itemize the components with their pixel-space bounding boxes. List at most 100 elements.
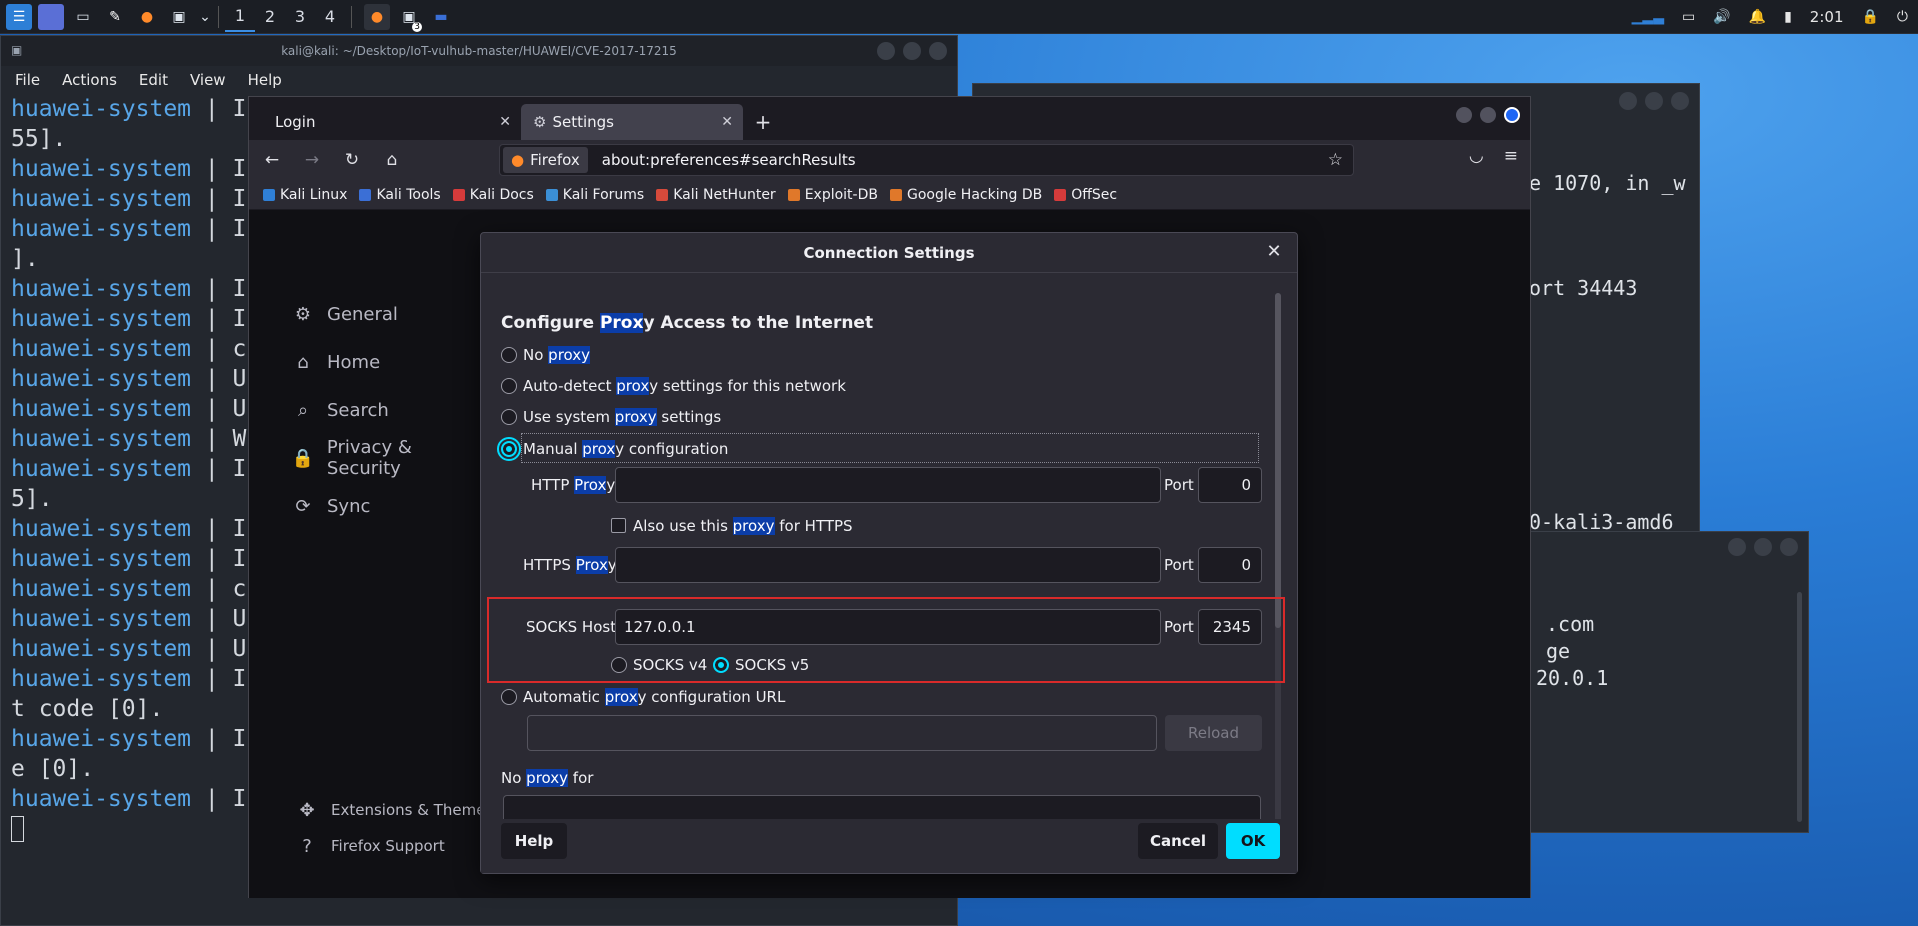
chevron-down-icon[interactable]: ⌄ (198, 4, 212, 30)
workspace-1[interactable]: 1 (225, 2, 255, 32)
sidebar-item-support[interactable]: ? Firefox Support (295, 828, 493, 864)
bookmark-item[interactable]: Kali Linux (263, 187, 347, 203)
sidebar-item-home[interactable]: ⌂ Home (291, 338, 491, 386)
no-proxy-label[interactable]: No proxy (523, 346, 591, 364)
lock-icon[interactable]: 🔒 (1861, 9, 1878, 25)
help-button[interactable]: Help (501, 823, 567, 859)
close-button[interactable] (1780, 538, 1798, 556)
socks-v4-label[interactable]: SOCKS v4 (633, 656, 707, 674)
https-port-input[interactable]: 0 (1198, 547, 1262, 583)
display-icon[interactable]: ▭ (1682, 9, 1695, 25)
ok-button[interactable]: OK (1226, 823, 1280, 859)
minimize-button[interactable] (1728, 538, 1746, 556)
sidebar-item-extensions[interactable]: ✥ Extensions & Themes (295, 792, 493, 828)
minimize-button[interactable] (1619, 92, 1637, 110)
battery-icon[interactable]: ▮ (1784, 9, 1792, 25)
desktop-icon[interactable] (38, 3, 64, 30)
logout-icon[interactable]: ⏻ (1897, 9, 1908, 25)
firefox-icon[interactable]: ● (134, 4, 160, 30)
https-proxy-input[interactable] (615, 547, 1161, 583)
close-icon[interactable]: ✕ (499, 114, 511, 130)
no-proxy-for-textarea[interactable] (503, 795, 1261, 821)
auto-proxy-url-input[interactable] (527, 715, 1157, 751)
close-button[interactable] (1504, 107, 1520, 123)
volume-icon[interactable]: 🔊 (1713, 9, 1730, 25)
sidebar-item-general[interactable]: ⚙ General (291, 290, 491, 338)
back-arrow-icon[interactable]: ← (255, 145, 289, 175)
tab-login[interactable]: Login ✕ (263, 104, 521, 140)
text-editor-icon[interactable]: ✎ (102, 4, 128, 30)
bookmark-item[interactable]: Kali NetHunter (656, 187, 776, 203)
radio-auto-proxy-url[interactable] (501, 689, 517, 705)
workspace-4[interactable]: 4 (315, 2, 345, 32)
home-icon[interactable]: ⌂ (375, 145, 409, 175)
menu-actions[interactable]: Actions (62, 71, 117, 89)
radio-system-proxy[interactable] (501, 409, 517, 425)
cancel-button[interactable]: Cancel (1138, 823, 1218, 859)
radio-manual-proxy[interactable] (497, 437, 521, 461)
http-proxy-input[interactable] (615, 467, 1161, 503)
bookmark-item[interactable]: Google Hacking DB (889, 187, 1042, 203)
menu-edit[interactable]: Edit (139, 71, 168, 89)
scrollbar-thumb[interactable] (1275, 293, 1281, 628)
pocket-icon[interactable]: ◡ (1469, 146, 1484, 166)
star-icon[interactable]: ☆ (1328, 150, 1343, 170)
sidebar-item-sync[interactable]: ⟳ Sync (291, 482, 491, 530)
identity-box[interactable]: ● Firefox (503, 147, 588, 173)
auto-proxy-url-label[interactable]: Automatic proxy configuration URL (523, 688, 785, 706)
close-icon[interactable]: ✕ (721, 114, 733, 130)
menu-view[interactable]: View (190, 71, 226, 89)
maximize-button[interactable] (903, 42, 921, 60)
also-https-label[interactable]: Also use this proxy for HTTPS (633, 517, 853, 535)
bookmark-item[interactable]: Kali Forums (545, 187, 644, 203)
bookmark-item[interactable]: Exploit-DB (787, 187, 878, 203)
menu-help[interactable]: Help (248, 71, 282, 89)
manual-proxy-label[interactable]: Manual proxy configuration (523, 440, 728, 458)
auto-detect-label[interactable]: Auto-detect proxy settings for this netw… (523, 377, 846, 395)
firefox-task-icon[interactable]: ● (364, 3, 390, 30)
socks-host-input[interactable]: 127.0.0.1 (615, 609, 1161, 645)
radio-socks-v5[interactable] (713, 657, 729, 673)
maximize-button[interactable] (1645, 92, 1663, 110)
bookmark-item[interactable]: Kali Docs (452, 187, 534, 203)
also-https-checkbox[interactable] (611, 518, 626, 533)
reload-icon[interactable]: ↻ (335, 145, 369, 175)
terminal-task-icon[interactable]: ▣ 3 (396, 4, 422, 32)
socks-port-input[interactable]: 2345 (1198, 609, 1262, 645)
close-button[interactable] (929, 42, 947, 60)
maximize-button[interactable] (1480, 107, 1496, 123)
window-task-icon[interactable]: ▬ (428, 4, 454, 30)
background-terminal-window[interactable]: .com ge 20.0.1 (1503, 531, 1809, 833)
tab-settings[interactable]: ⚙ Settings ✕ (521, 104, 743, 140)
clock[interactable]: 2:01 (1810, 8, 1844, 26)
terminal-titlebar[interactable]: ▣ kali@kali: ~/Desktop/IoT-vulhub-master… (1, 36, 957, 66)
menu-file[interactable]: File (15, 71, 40, 89)
kali-menu-icon[interactable]: ☰ (6, 3, 32, 30)
reload-button[interactable]: Reload (1165, 715, 1262, 751)
socks-v5-label[interactable]: SOCKS v5 (735, 656, 809, 674)
workspace-3[interactable]: 3 (285, 2, 315, 32)
minimize-button[interactable] (1456, 107, 1472, 123)
sidebar-item-search[interactable]: ⌕ Search (291, 386, 491, 434)
radio-auto-detect[interactable] (501, 378, 517, 394)
url-bar[interactable]: ● Firefox about:preferences#searchResult… (499, 144, 1354, 176)
hamburger-menu-icon[interactable]: ≡ (1504, 146, 1518, 166)
bookmark-item[interactable]: Kali Tools (359, 187, 441, 203)
close-button[interactable] (1671, 92, 1689, 110)
radio-no-proxy[interactable] (501, 347, 517, 363)
new-tab-button[interactable]: + (743, 104, 783, 140)
terminal-icon[interactable]: ▣ (166, 4, 192, 30)
bookmark-item[interactable]: OffSec (1054, 187, 1117, 203)
radio-socks-v4[interactable] (611, 657, 627, 673)
scrollbar[interactable] (1797, 592, 1802, 822)
workspace-2[interactable]: 2 (255, 2, 285, 32)
file-manager-icon[interactable]: ▭ (70, 4, 96, 30)
forward-arrow-icon[interactable]: → (295, 145, 329, 175)
minimize-button[interactable] (877, 42, 895, 60)
sidebar-item-privacy[interactable]: 🔒 Privacy & Security (291, 434, 491, 482)
system-proxy-label[interactable]: Use system proxy settings (523, 408, 721, 426)
url-text[interactable]: about:preferences#searchResults (602, 151, 856, 169)
bell-icon[interactable]: 🔔 (1749, 9, 1766, 25)
http-port-input[interactable]: 0 (1198, 467, 1262, 503)
maximize-button[interactable] (1754, 538, 1772, 556)
